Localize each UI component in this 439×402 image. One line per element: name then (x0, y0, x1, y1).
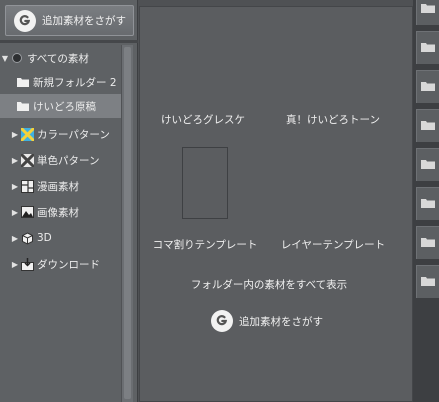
tree-item-label: 新規フォルダー 2 (33, 76, 117, 89)
side-panel-button[interactable] (416, 265, 439, 298)
search-materials-button[interactable]: 追加素材をさがす (5, 5, 134, 36)
folder-icon (421, 3, 435, 16)
subfolder-panel-template[interactable]: コマ割りテンプレート (153, 237, 258, 252)
download-icon (20, 257, 34, 271)
show-all-materials-link[interactable]: フォルダー内の素材をすべて表示 (191, 277, 347, 292)
collapse-arrow-icon[interactable]: ▼ (0, 54, 10, 63)
folder-icon (421, 276, 435, 289)
tree-item-label: 3D (37, 232, 52, 244)
tree-item-label: けいどろ原稿 (33, 100, 96, 113)
tree-item-label: 漫画素材 (37, 180, 79, 193)
root-icon (10, 52, 24, 65)
tree-item-manga-materials[interactable]: ▶ 漫画素材 (0, 174, 121, 198)
side-panel-button[interactable] (416, 31, 439, 64)
tree-item-image-materials[interactable]: ▶ 画像素材 (0, 200, 121, 224)
tree-item-label: 単色パターン (37, 154, 100, 167)
side-panel-button[interactable] (416, 70, 439, 103)
folder-icon (421, 198, 435, 211)
mono-pattern-icon (20, 153, 34, 167)
right-panel-strip (413, 0, 439, 402)
search-more-materials-link[interactable]: 追加素材をさがす (211, 310, 323, 332)
material-search-icon (211, 310, 233, 332)
folder-contents: けいどろグレスケ 真！けいどろトーン コマ割りテンプレート レイヤーテンプレート… (139, 6, 413, 402)
tree-item-label: すべての素材 (27, 52, 89, 65)
side-panel-button[interactable] (416, 226, 439, 259)
side-panel-button[interactable] (416, 187, 439, 220)
folder-icon (421, 81, 435, 94)
tree-item-color-pattern[interactable]: ▶ カラーパターン (0, 122, 121, 146)
side-panel-button[interactable] (416, 0, 439, 25)
tree-item-label: ダウンロード (37, 258, 100, 271)
3d-icon (20, 231, 34, 245)
expand-arrow-icon[interactable]: ▶ (10, 156, 20, 165)
scrollbar-thumb[interactable] (124, 47, 131, 399)
material-panel: 追加素材をさがす ▼ すべての素材 新規フォルダー 2 けいどろ原稿 ▶ カラー… (0, 0, 439, 402)
expand-arrow-icon[interactable]: ▶ (10, 234, 20, 243)
material-search-icon (14, 9, 36, 32)
subfolder-layer-template[interactable]: レイヤーテンプレート (281, 237, 385, 252)
folder-icon (421, 159, 435, 172)
subfolder-keidoro-grayscale[interactable]: けいどろグレスケ (161, 112, 245, 127)
tree-item-3d[interactable]: ▶ 3D (0, 226, 121, 250)
expand-arrow-icon[interactable]: ▶ (10, 182, 20, 191)
search-more-label: 追加素材をさがす (239, 315, 323, 328)
folder-icon (16, 76, 30, 89)
expand-arrow-icon[interactable]: ▶ (10, 208, 20, 217)
tree-scrollbar[interactable] (121, 45, 133, 402)
folder-icon (421, 42, 435, 55)
tree-item-mono-pattern[interactable]: ▶ 単色パターン (0, 148, 121, 172)
manga-icon (20, 179, 34, 193)
divider (0, 40, 138, 43)
side-panel-button[interactable] (416, 148, 439, 181)
tree-item-new-folder-2[interactable]: 新規フォルダー 2 (0, 70, 121, 94)
left-pane: 追加素材をさがす ▼ すべての素材 新規フォルダー 2 けいどろ原稿 ▶ カラー… (0, 0, 138, 402)
tree-item-label: カラーパターン (37, 128, 110, 141)
search-materials-label: 追加素材をさがす (42, 15, 126, 27)
tree-item-keidoro-manuscript[interactable]: けいどろ原稿 (0, 94, 121, 118)
expand-arrow-icon[interactable]: ▶ (10, 130, 20, 139)
tree-item-download[interactable]: ▶ ダウンロード (0, 252, 121, 276)
tree-item-all-materials[interactable]: ▼ すべての素材 (0, 46, 121, 70)
folder-icon (421, 237, 435, 250)
tree-item-label: 画像素材 (37, 206, 79, 219)
subfolder-keidoro-tone[interactable]: 真！けいどろトーン (286, 112, 380, 127)
material-tree[interactable]: ▼ すべての素材 新規フォルダー 2 けいどろ原稿 ▶ カラーパターン ▶ 単色… (0, 45, 121, 402)
color-pattern-icon (20, 127, 34, 141)
side-panel-button[interactable] (416, 109, 439, 142)
image-icon (20, 206, 34, 219)
folder-icon (421, 120, 435, 133)
expand-arrow-icon[interactable]: ▶ (10, 260, 20, 269)
thumbnail-placeholder[interactable] (182, 147, 228, 219)
folder-icon (16, 100, 30, 113)
